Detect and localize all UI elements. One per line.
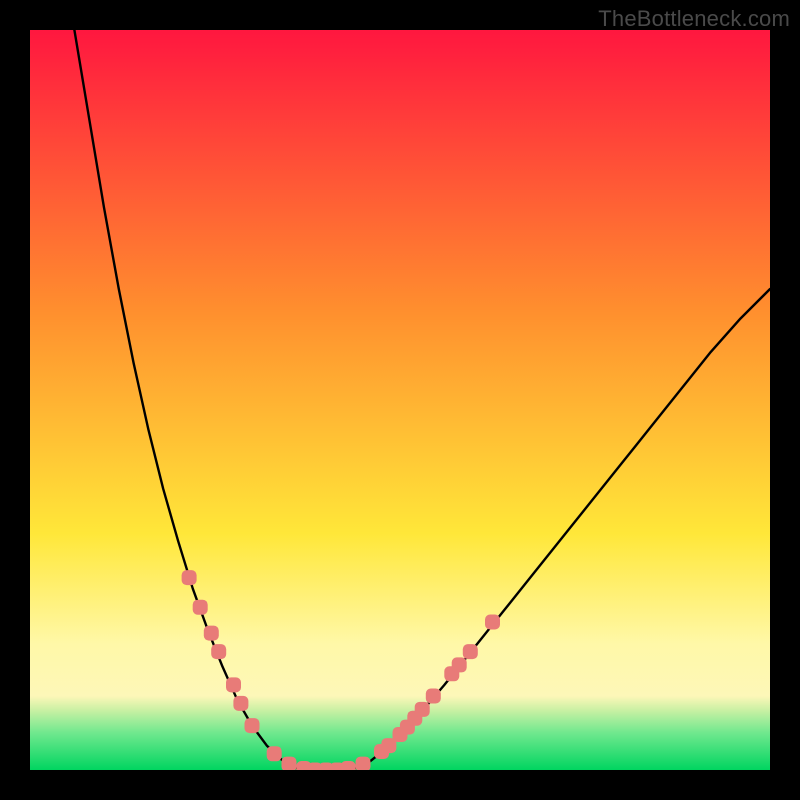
marker-point — [282, 757, 297, 770]
bottleneck-chart — [30, 30, 770, 770]
marker-point — [182, 570, 197, 585]
chart-frame: TheBottleneck.com — [0, 0, 800, 800]
marker-point — [245, 718, 260, 733]
marker-point — [267, 746, 282, 761]
marker-point — [485, 615, 500, 630]
marker-point — [426, 689, 441, 704]
marker-point — [463, 644, 478, 659]
marker-point — [452, 657, 467, 672]
marker-point — [341, 761, 356, 770]
marker-point — [204, 626, 219, 641]
marker-point — [415, 702, 430, 717]
watermark-label: TheBottleneck.com — [598, 6, 790, 32]
marker-point — [193, 600, 208, 615]
marker-point — [356, 757, 371, 770]
marker-point — [211, 644, 226, 659]
marker-point — [233, 696, 248, 711]
marker-point — [226, 677, 241, 692]
